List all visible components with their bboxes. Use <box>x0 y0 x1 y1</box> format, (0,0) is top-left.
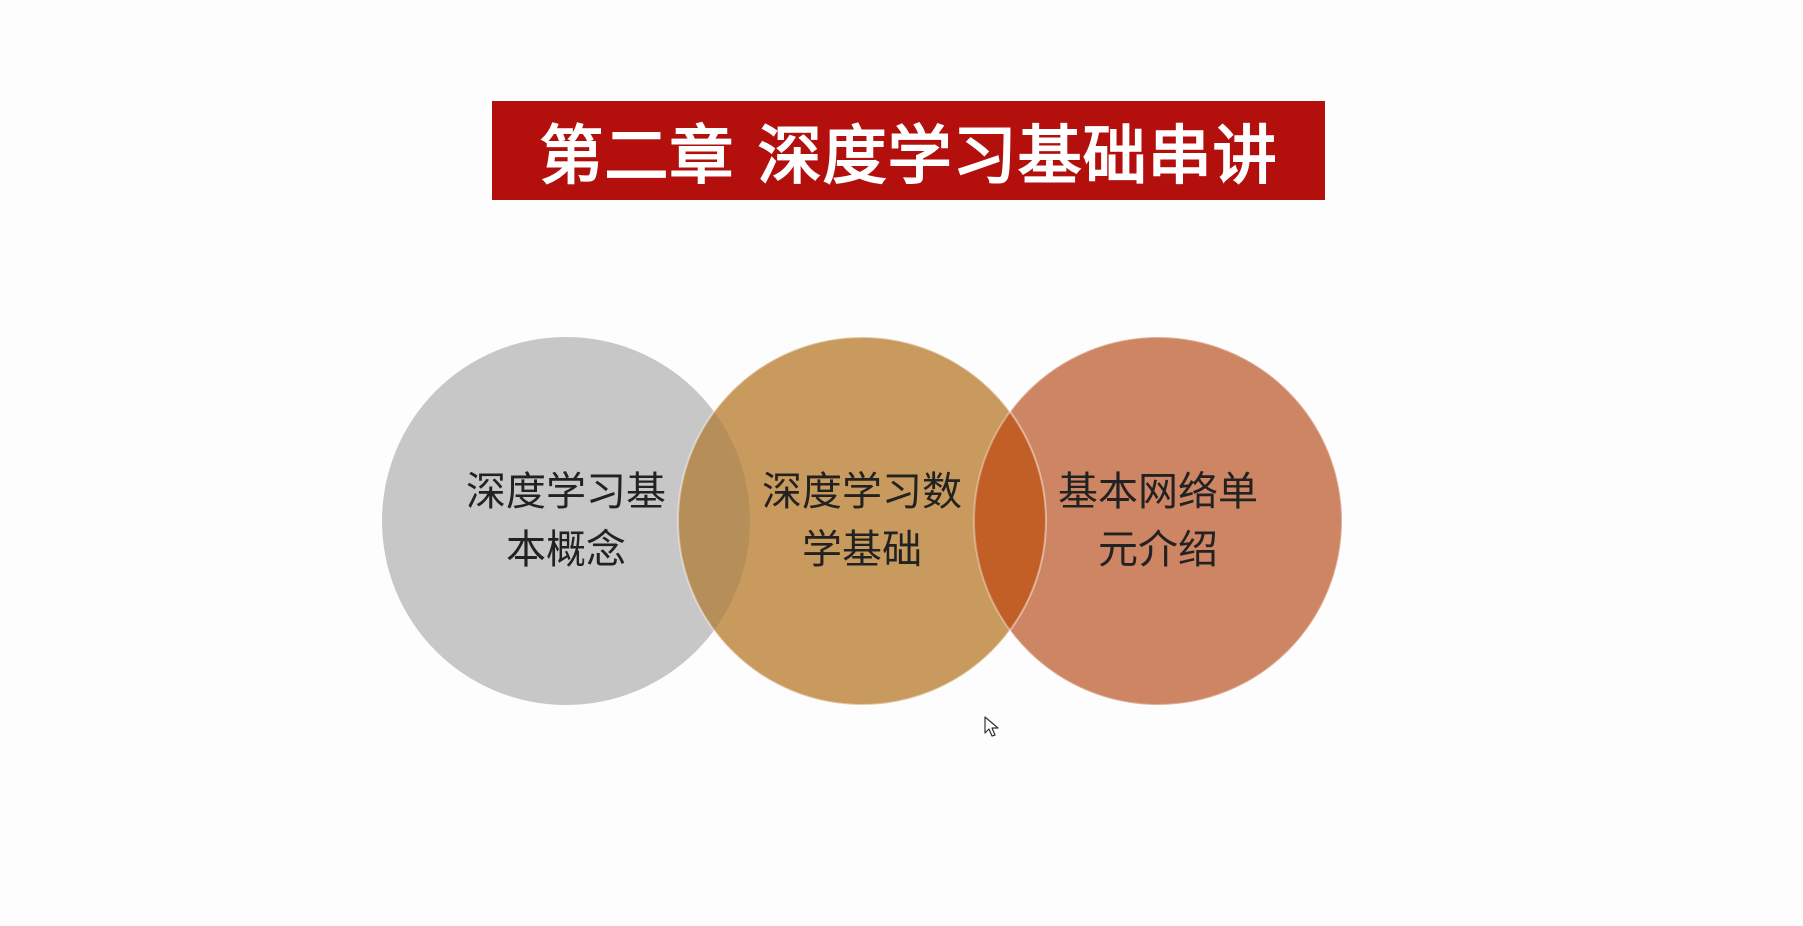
venn-label-concepts: 深度学习基 本概念 <box>466 469 666 573</box>
page-title: 第二章 深度学习基础串讲 <box>539 119 1278 194</box>
venn-label-math: 深度学习数 学基础 <box>762 469 962 573</box>
slide: 第二章 深度学习基础串讲 深度学习基 本概念 深度学习数 学基础 基本网络单 元… <box>0 0 1803 926</box>
mouse-pointer-icon <box>984 716 999 737</box>
venn-label-network-units: 基本网络单 元介绍 <box>1058 469 1258 573</box>
